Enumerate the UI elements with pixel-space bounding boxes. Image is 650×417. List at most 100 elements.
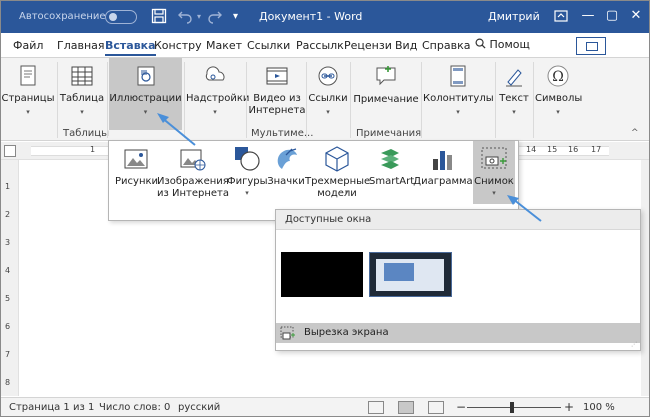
ruler-mark: 6 xyxy=(5,322,11,331)
screenshot-label: Снимок xyxy=(474,176,514,187)
tab-mailings[interactable]: Рассылк xyxy=(296,38,344,56)
vertical-ruler[interactable]: 1 2 3 4 5 6 7 8 xyxy=(1,160,19,396)
tell-me-search[interactable]: Помощ xyxy=(475,38,530,51)
status-bar: Страница 1 из 1 Число слов: 0 русский − … xyxy=(1,397,649,416)
3d-models-button[interactable]: Трехмерные модели ▾ xyxy=(305,141,370,205)
ruler-mark: 1 xyxy=(90,145,96,154)
text-button[interactable]: Текст ▾ xyxy=(497,58,531,130)
minimize-button[interactable]: — xyxy=(577,5,599,27)
tab-references[interactable]: Ссылки xyxy=(247,38,290,56)
online-video-button[interactable]: Видео из Интернета xyxy=(248,58,306,130)
chevron-down-icon: ▾ xyxy=(456,108,460,116)
comments-button[interactable] xyxy=(576,37,606,55)
header-footer-icon xyxy=(450,65,466,87)
vertical-scrollbar[interactable] xyxy=(641,160,649,396)
tab-review[interactable]: Рецензи xyxy=(344,38,392,56)
tab-view[interactable]: Вид xyxy=(395,38,417,56)
web-layout-icon[interactable] xyxy=(428,401,444,414)
tab-file[interactable]: Файл xyxy=(13,38,43,56)
smartart-label: SmartArt xyxy=(369,176,415,187)
ruler-mark: 7 xyxy=(5,350,11,359)
tab-home[interactable]: Главная xyxy=(57,38,105,56)
chevron-down-icon: ▾ xyxy=(345,188,349,196)
restore-button[interactable]: ▢ xyxy=(601,5,623,27)
comment-button[interactable]: Примечание xyxy=(352,58,420,130)
ruler-mark: 2 xyxy=(5,210,11,219)
collapse-ribbon-icon[interactable]: ^ xyxy=(631,128,639,138)
zoom-slider-thumb[interactable] xyxy=(510,402,514,413)
undo-dropdown-icon[interactable]: ▾ xyxy=(197,8,201,26)
title-bar: Автосохранение ▾ ▾ Документ1 - Word Дмит… xyxy=(1,1,649,33)
ruler-mark: 4 xyxy=(5,266,11,275)
user-name[interactable]: Дмитрий xyxy=(488,10,540,23)
close-button[interactable]: ✕ xyxy=(625,5,647,27)
picture-icon xyxy=(124,149,148,169)
tab-design[interactable]: Констру xyxy=(154,38,202,56)
header-footer-button[interactable]: Колонтитулы ▾ xyxy=(423,58,494,130)
language[interactable]: русский xyxy=(178,402,220,413)
ruler-mark: 16 xyxy=(568,145,579,154)
pictures-label: Рисунки xyxy=(115,176,159,187)
online-pictures-button[interactable]: Изображения из Интернета xyxy=(157,141,229,205)
pictures-button[interactable]: Рисунки xyxy=(115,141,159,205)
tab-selector[interactable] xyxy=(4,145,16,157)
zoom-slider[interactable] xyxy=(467,407,561,408)
ruler-mark: 14 xyxy=(526,145,537,154)
chevron-down-icon: ▾ xyxy=(245,189,249,197)
comment-icon xyxy=(376,66,396,86)
smartart-icon xyxy=(381,149,399,169)
window-thumbnail[interactable] xyxy=(281,252,363,297)
table-label: Таблица xyxy=(59,93,105,104)
search-label: Помощ xyxy=(489,38,530,51)
3d-models-label-line2: модели xyxy=(317,188,357,199)
table-button[interactable]: Таблица ▾ xyxy=(59,58,105,130)
screen-clipping-button[interactable]: Вырезка экрана xyxy=(276,323,640,343)
symbols-button[interactable]: Ω Символы ▾ xyxy=(535,58,582,130)
tab-help[interactable]: Справка xyxy=(422,38,470,56)
group-separator xyxy=(306,62,307,138)
ruler-mark: 8 xyxy=(5,378,11,387)
word-count[interactable]: Число слов: 0 xyxy=(99,402,170,413)
zoom-out-button[interactable]: − xyxy=(456,400,466,414)
arrow-pointer-icon xyxy=(507,195,542,222)
link-icon xyxy=(318,66,338,86)
pages-icon xyxy=(20,65,36,86)
illustrations-label: Иллюстрации xyxy=(109,93,182,104)
read-mode-icon[interactable] xyxy=(368,401,384,414)
document-title: Документ1 - Word xyxy=(259,10,363,23)
tab-insert[interactable]: Вставка xyxy=(105,38,156,56)
chart-button[interactable]: Диаграмма xyxy=(413,141,473,205)
shapes-button[interactable]: Фигуры ▾ xyxy=(227,141,268,205)
page-count[interactable]: Страница 1 из 1 xyxy=(9,402,94,413)
links-label: Ссылки xyxy=(308,93,348,104)
window-thumbnail[interactable] xyxy=(369,252,452,297)
pages-label: Страницы xyxy=(1,93,55,104)
text-box-icon xyxy=(506,69,522,87)
zoom-level[interactable]: 100 % xyxy=(583,402,615,413)
redo-icon[interactable] xyxy=(207,8,223,26)
tab-layout[interactable]: Макет xyxy=(206,38,242,56)
chevron-down-icon: ▾ xyxy=(326,108,330,116)
thumbnail-content xyxy=(384,263,414,281)
print-layout-icon[interactable] xyxy=(398,401,414,414)
text-label: Текст xyxy=(499,93,529,104)
save-icon[interactable] xyxy=(151,8,167,26)
svg-text:Ω: Ω xyxy=(552,69,564,85)
zoom-in-button[interactable]: + xyxy=(564,400,574,414)
autosave-toggle[interactable] xyxy=(105,10,137,24)
group-separator xyxy=(246,62,247,138)
ruler-mark: 3 xyxy=(5,238,11,247)
resize-grip-icon[interactable]: ⋰ xyxy=(631,341,637,348)
icons-button[interactable]: Значки xyxy=(267,141,305,205)
ribbon-display-options-icon[interactable] xyxy=(553,8,569,26)
pages-button[interactable]: Страницы ▾ xyxy=(1,58,55,130)
icons-icon xyxy=(277,148,297,169)
screenshot-panel: Доступные окна Вырезка экрана ⋰ xyxy=(275,209,641,351)
undo-icon[interactable] xyxy=(177,8,193,26)
addins-icon xyxy=(205,66,225,81)
customize-toolbar-icon[interactable]: ▾ xyxy=(233,8,238,26)
smartart-button[interactable]: SmartArt xyxy=(369,141,415,205)
online-pictures-label-line2: из Интернета xyxy=(157,188,229,199)
comment-label: Примечание xyxy=(353,94,419,105)
links-button[interactable]: Ссылки ▾ xyxy=(308,58,348,130)
